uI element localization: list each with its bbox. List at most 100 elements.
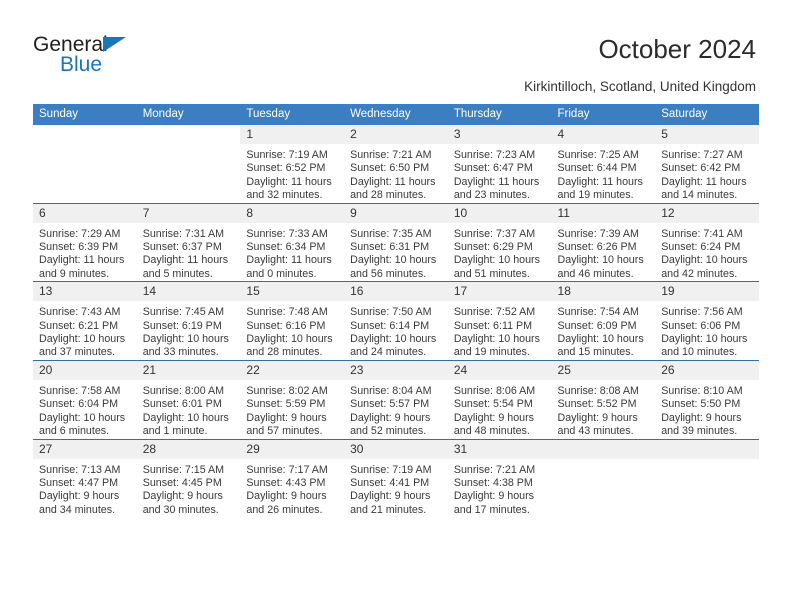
day-daylight1-text: Daylight: 11 hours bbox=[661, 175, 747, 188]
day-sunrise-text: Sunrise: 7:56 AM bbox=[661, 306, 743, 319]
day-number: 11 bbox=[551, 203, 656, 223]
calendar-day-cell[interactable]: 17 Sunrise: 7:52 AM Sunset: 6:11 PM Dayligh… bbox=[447, 281, 552, 361]
day-sunrise-text: Sunrise: 7:37 AM bbox=[453, 227, 536, 240]
calendar-day-cell[interactable]: 7 Sunrise: 7:31 AM Sunset: 6:37 PM Daylight… bbox=[136, 202, 241, 282]
calendar-day-cell[interactable]: 14 Sunrise: 7:45 AM Sunset: 6:19 PM Dayligh… bbox=[136, 281, 241, 361]
calendar-day-cell[interactable]: 12 Sunrise: 7:41 AM Sunset: 6:24 PM Dayligh… bbox=[655, 202, 759, 282]
day-daylight1-text: Daylight: 10 hours bbox=[246, 333, 333, 346]
calendar-day-cell[interactable]: 8 Sunrise: 7:33 AM Sunset: 6:34 PM Daylight… bbox=[240, 202, 345, 282]
day-sunrise-text: Sunrise: 8:08 AM bbox=[557, 384, 639, 397]
day-details: Sunrise: 7:27 AM Sunset: 6:42 PM Daylight:… bbox=[655, 144, 759, 203]
day-number: 30 bbox=[344, 439, 448, 459]
calendar-day-cell[interactable]: 29 Sunrise: 7:17 AM Sunset: 4:43 PM Dayligh… bbox=[240, 438, 345, 518]
day-daylight1-text: Daylight: 9 hours bbox=[39, 490, 120, 503]
day-details: Sunrise: 7:33 AM Sunset: 6:34 PM Daylight:… bbox=[240, 223, 344, 282]
calendar-day-cell[interactable]: 5 Sunrise: 7:27 AM Sunset: 6:42 PM Daylight… bbox=[655, 125, 759, 204]
day-daylight1-text: Daylight: 10 hours bbox=[557, 254, 644, 267]
day-number: 25 bbox=[551, 360, 656, 380]
day-daylight2-text: and 43 minutes. bbox=[557, 425, 634, 438]
day-daylight2-text: and 34 minutes. bbox=[39, 503, 116, 516]
day-number: 20 bbox=[33, 360, 137, 380]
day-details: Sunrise: 7:19 AM Sunset: 6:52 PM Daylight:… bbox=[240, 144, 344, 203]
calendar-day-cell[interactable]: 20 Sunrise: 7:58 AM Sunset: 6:04 PM Dayligh… bbox=[33, 359, 137, 439]
calendar-day-cell[interactable]: 30 Sunrise: 7:19 AM Sunset: 4:41 PM Dayligh… bbox=[344, 438, 448, 518]
calendar-day-cell[interactable]: 9 Sunrise: 7:35 AM Sunset: 6:31 PM Daylight… bbox=[344, 202, 448, 282]
logo-triangle-icon bbox=[103, 37, 126, 52]
calendar-day-cell[interactable]: 19 Sunrise: 7:56 AM Sunset: 6:06 PM Dayligh… bbox=[655, 281, 759, 361]
day-number: 16 bbox=[344, 282, 448, 302]
day-sunset-text: Sunset: 5:57 PM bbox=[350, 398, 430, 411]
calendar-day-cell[interactable]: 13 Sunrise: 7:43 AM Sunset: 6:21 PM Dayligh… bbox=[33, 281, 137, 361]
day-daylight1-text: Daylight: 9 hours bbox=[453, 490, 535, 503]
calendar-day-cell[interactable]: 11 Sunrise: 7:39 AM Sunset: 6:26 PM Dayligh… bbox=[551, 202, 656, 282]
calendar-week-row: 1 Sunrise: 7:19 AM Sunset: 6:52 PM Daylight… bbox=[33, 125, 759, 204]
day-daylight1-text: Daylight: 9 hours bbox=[246, 411, 327, 424]
day-number: 12 bbox=[655, 203, 759, 223]
calendar-day-cell[interactable]: 23 Sunrise: 8:04 AM Sunset: 5:57 PM Dayligh… bbox=[344, 359, 448, 439]
day-daylight1-text: Daylight: 9 hours bbox=[142, 490, 223, 503]
day-details: Sunrise: 7:21 AM Sunset: 4:38 PM Daylight:… bbox=[448, 459, 552, 518]
day-daylight1-text: Daylight: 10 hours bbox=[142, 411, 229, 424]
day-daylight2-text: and 1 minute. bbox=[142, 425, 208, 438]
day-sunset-text: Sunset: 6:31 PM bbox=[350, 241, 430, 254]
day-sunset-text: Sunset: 6:11 PM bbox=[453, 319, 533, 332]
day-sunset-text: Sunset: 6:50 PM bbox=[350, 162, 430, 175]
day-daylight2-text: and 57 minutes. bbox=[246, 425, 323, 438]
calendar-day-cell[interactable]: 21 Sunrise: 8:00 AM Sunset: 6:01 PM Dayligh… bbox=[136, 359, 241, 439]
day-daylight2-text: and 52 minutes. bbox=[350, 425, 427, 438]
day-number: 26 bbox=[655, 360, 759, 380]
day-number: 22 bbox=[240, 360, 345, 380]
calendar-cell-empty bbox=[136, 125, 241, 204]
day-details: Sunrise: 7:37 AM Sunset: 6:29 PM Daylight:… bbox=[448, 223, 552, 282]
calendar-day-cell[interactable]: 4 Sunrise: 7:25 AM Sunset: 6:44 PM Daylight… bbox=[551, 125, 656, 204]
day-daylight1-text: Daylight: 9 hours bbox=[350, 411, 431, 424]
day-sunset-text: Sunset: 4:43 PM bbox=[246, 476, 326, 489]
calendar-header-row: Sunday Monday Tuesday Wednesday Thursday Frid… bbox=[33, 104, 759, 125]
day-daylight2-text: and 14 minutes. bbox=[661, 189, 738, 202]
day-daylight2-text: and 26 minutes. bbox=[246, 503, 323, 516]
calendar-day-cell[interactable]: 3 Sunrise: 7:23 AM Sunset: 6:47 PM Daylight… bbox=[447, 125, 552, 204]
day-number: 9 bbox=[344, 203, 448, 223]
calendar-day-cell[interactable]: 24 Sunrise: 8:06 AM Sunset: 5:54 PM Dayligh… bbox=[447, 359, 552, 439]
calendar-day-cell[interactable]: 26 Sunrise: 8:10 AM Sunset: 5:50 PM Dayligh… bbox=[655, 359, 759, 439]
generalblue-logo[interactable]: General Blue bbox=[33, 33, 223, 81]
calendar-day-cell[interactable]: 1 Sunrise: 7:19 AM Sunset: 6:52 PM Daylight… bbox=[240, 125, 345, 204]
calendar-day-cell[interactable]: 10 Sunrise: 7:37 AM Sunset: 6:29 PM Dayligh… bbox=[447, 202, 552, 282]
calendar-day-cell[interactable]: 16 Sunrise: 7:50 AM Sunset: 6:14 PM Dayligh… bbox=[344, 281, 448, 361]
day-daylight1-text: Daylight: 10 hours bbox=[661, 333, 748, 346]
page-title: October 2024 bbox=[598, 34, 756, 64]
day-sunset-text: Sunset: 6:06 PM bbox=[661, 319, 741, 332]
day-sunset-text: Sunset: 6:29 PM bbox=[453, 241, 533, 254]
day-sunrise-text: Sunrise: 7:54 AM bbox=[557, 306, 639, 319]
day-sunrise-text: Sunrise: 8:04 AM bbox=[350, 384, 432, 397]
day-sunset-text: Sunset: 6:21 PM bbox=[39, 319, 119, 332]
day-sunrise-text: Sunrise: 7:50 AM bbox=[350, 306, 432, 319]
calendar-day-cell[interactable]: 15 Sunrise: 7:48 AM Sunset: 6:16 PM Dayligh… bbox=[240, 281, 345, 361]
day-sunset-text: Sunset: 4:41 PM bbox=[350, 476, 430, 489]
day-sunrise-text: Sunrise: 8:06 AM bbox=[453, 384, 536, 397]
weekday-header-sunday: Sunday bbox=[33, 104, 137, 125]
day-number bbox=[33, 125, 137, 144]
logo-text-blue: Blue bbox=[60, 53, 103, 76]
calendar-day-cell[interactable]: 28 Sunrise: 7:15 AM Sunset: 4:45 PM Dayligh… bbox=[136, 438, 241, 518]
calendar-day-cell[interactable]: 6 Sunrise: 7:29 AM Sunset: 6:39 PM Daylight… bbox=[33, 202, 137, 282]
day-daylight2-text: and 10 minutes. bbox=[661, 346, 738, 359]
weekday-header-wednesday: Wednesday bbox=[344, 104, 448, 125]
day-number: 23 bbox=[344, 360, 448, 380]
calendar-day-cell[interactable]: 18 Sunrise: 7:54 AM Sunset: 6:09 PM Dayligh… bbox=[551, 281, 656, 361]
day-daylight2-text: and 24 minutes. bbox=[350, 346, 427, 359]
day-daylight2-text: and 17 minutes. bbox=[453, 503, 530, 516]
calendar-day-cell[interactable]: 2 Sunrise: 7:21 AM Sunset: 6:50 PM Daylight… bbox=[344, 125, 448, 204]
day-sunrise-text: Sunrise: 7:17 AM bbox=[246, 463, 328, 476]
calendar-cell-empty bbox=[551, 438, 656, 518]
calendar-day-cell[interactable]: 31 Sunrise: 7:21 AM Sunset: 4:38 PM Dayligh… bbox=[447, 438, 552, 518]
calendar-cell-empty bbox=[33, 125, 137, 204]
day-sunrise-text: Sunrise: 7:15 AM bbox=[142, 463, 225, 476]
day-sunrise-text: Sunrise: 7:45 AM bbox=[142, 306, 225, 319]
day-daylight2-text: and 48 minutes. bbox=[453, 425, 530, 438]
calendar-day-cell[interactable]: 27 Sunrise: 7:13 AM Sunset: 4:47 PM Dayligh… bbox=[33, 438, 137, 518]
calendar-day-cell[interactable]: 22 Sunrise: 8:02 AM Sunset: 5:59 PM Dayligh… bbox=[240, 359, 345, 439]
calendar-day-cell[interactable]: 25 Sunrise: 8:08 AM Sunset: 5:52 PM Dayligh… bbox=[551, 359, 656, 439]
day-sunset-text: Sunset: 5:50 PM bbox=[661, 398, 741, 411]
day-details: Sunrise: 7:50 AM Sunset: 6:14 PM Daylight:… bbox=[344, 301, 448, 360]
